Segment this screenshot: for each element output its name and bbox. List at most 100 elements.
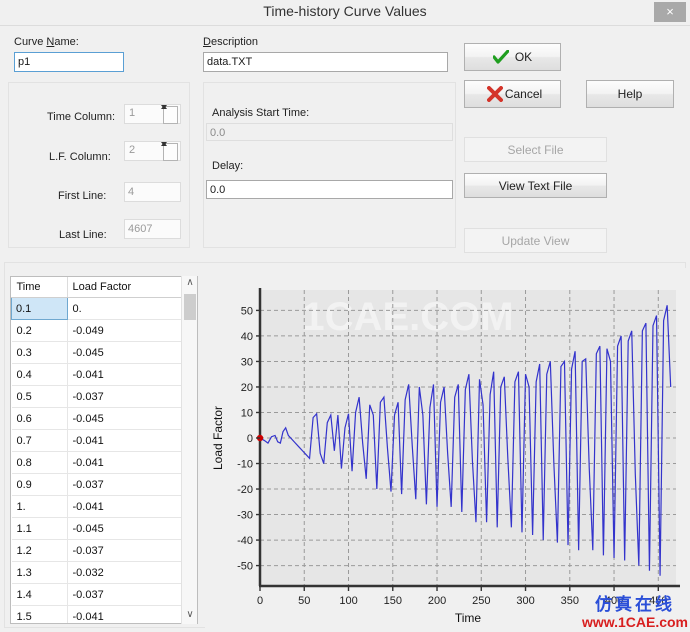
cell-load-factor[interactable]: -0.049	[67, 319, 196, 342]
y-tick-label: 20	[241, 382, 253, 394]
x-tick-label: 200	[428, 595, 446, 607]
column-header-load-factor[interactable]: Load Factor	[67, 277, 196, 298]
y-tick-label: 50	[241, 305, 253, 317]
time-column-spin-buttons[interactable]	[161, 105, 178, 124]
ok-button[interactable]: OK	[464, 43, 561, 71]
cell-time[interactable]: 0.6	[11, 407, 68, 430]
scrollbar-thumb[interactable]	[184, 294, 196, 320]
first-line-label: First Line:	[58, 190, 107, 202]
cell-load-factor[interactable]: -0.037	[67, 539, 196, 562]
x-tick-label: 350	[561, 595, 579, 607]
y-tick-label: -10	[237, 459, 253, 471]
cell-load-factor[interactable]: -0.041	[67, 495, 196, 518]
table-row[interactable]: 1.5 -0.041	[11, 605, 196, 623]
description-input[interactable]: data.TXT	[203, 52, 448, 72]
table-row[interactable]: 0.9 -0.037	[11, 473, 196, 496]
lf-column-spinner[interactable]: 2	[124, 141, 181, 161]
cell-time[interactable]: 1.3	[11, 561, 68, 584]
curve-values-table[interactable]: Time Load Factor 0.1 0. 0.2 -0.049 0.3 -0.045…	[10, 276, 198, 624]
cell-load-factor[interactable]: 0.	[67, 297, 196, 320]
table-row[interactable]: 0.4 -0.041	[11, 363, 196, 386]
cell-time[interactable]: 0.5	[11, 385, 68, 408]
time-history-curve-values-dialog: Time-history Curve Values × Curve Name: …	[0, 0, 690, 632]
update-view-button-label: Update View	[501, 233, 570, 248]
chart-svg: 1CAE.COM -50 -40 -30 -20 -10 0 10 20 30 40 50 0 50 100…	[211, 288, 680, 625]
cell-load-factor[interactable]: -0.045	[67, 517, 196, 540]
load-factor-chart: 1CAE.COM -50 -40 -30 -20 -10 0 10 20 30 40 50 0 50 100…	[205, 268, 686, 628]
cell-time[interactable]: 1.1	[11, 517, 68, 540]
x-tick-label: 100	[339, 595, 357, 607]
delay-label: Delay:	[212, 160, 244, 172]
time-column-label: Time Column:	[47, 111, 116, 123]
x-tick-label: 0	[257, 595, 263, 607]
cell-load-factor[interactable]: -0.037	[67, 473, 196, 496]
cancel-button[interactable]: Cancel	[464, 80, 561, 108]
table-row[interactable]: 1.2 -0.037	[11, 539, 196, 562]
table-row[interactable]: 1.3 -0.032	[11, 561, 196, 584]
last-line-input[interactable]: 4607	[124, 219, 181, 239]
cell-time[interactable]: 1.4	[11, 583, 68, 606]
x-tick-label: 450	[649, 595, 667, 607]
table-header-row: Time Load Factor	[11, 277, 196, 298]
cell-time[interactable]: 0.8	[11, 451, 68, 474]
cell-time[interactable]: 0.2	[11, 319, 68, 342]
table-row[interactable]: 0.8 -0.041	[11, 451, 196, 474]
table-row[interactable]: 1.1 -0.045	[11, 517, 196, 540]
title-bar: Time-history Curve Values ×	[0, 0, 690, 26]
close-icon[interactable]: ×	[654, 2, 686, 22]
cell-time[interactable]: 0.1	[11, 297, 68, 320]
cell-time[interactable]: 1.5	[11, 605, 68, 623]
cell-time[interactable]: 1.2	[11, 539, 68, 562]
table-row[interactable]: 0.5 -0.037	[11, 385, 196, 408]
help-button-label: Help	[617, 87, 643, 101]
select-file-button[interactable]: Select File	[464, 137, 607, 162]
window-title: Time-history Curve Values	[263, 3, 427, 19]
table-row[interactable]: 0.2 -0.049	[11, 319, 196, 342]
table-row[interactable]: 1.4 -0.037	[11, 583, 196, 606]
y-tick-label: 40	[241, 331, 253, 343]
update-view-button[interactable]: Update View	[464, 228, 607, 253]
cell-load-factor[interactable]: -0.045	[67, 407, 196, 430]
select-file-button-label: Select File	[507, 142, 564, 157]
table-row[interactable]: 0.3 -0.045	[11, 341, 196, 364]
x-tick-label: 250	[472, 595, 490, 607]
analysis-start-time-input[interactable]: 0.0	[206, 123, 453, 141]
time-column-spinner[interactable]: 1	[124, 104, 181, 124]
y-axis-label: Load Factor	[211, 406, 225, 470]
last-line-label: Last Line:	[59, 229, 107, 241]
x-tick-label: 400	[605, 595, 623, 607]
cell-load-factor[interactable]: -0.032	[67, 561, 196, 584]
cell-load-factor[interactable]: -0.041	[67, 363, 196, 386]
table-scrollbar[interactable]: ∧ ∨	[181, 276, 197, 624]
cell-time[interactable]: 0.3	[11, 341, 68, 364]
view-text-file-button[interactable]: View Text File	[464, 173, 607, 198]
scroll-down-icon[interactable]: ∨	[182, 608, 198, 624]
cell-load-factor[interactable]: -0.037	[67, 385, 196, 408]
cell-load-factor[interactable]: -0.041	[67, 429, 196, 452]
table-row[interactable]: 1. -0.041	[11, 495, 196, 518]
cell-load-factor[interactable]: -0.041	[67, 605, 196, 623]
cell-time[interactable]: 0.4	[11, 363, 68, 386]
table-row[interactable]: 0.6 -0.045	[11, 407, 196, 430]
lf-column-spin-buttons[interactable]	[161, 142, 178, 161]
table-body: 0.1 0. 0.2 -0.049 0.3 -0.045 0.4 -0.041 0.5 -0.03…	[11, 297, 196, 623]
y-tick-label: -30	[237, 510, 253, 522]
column-header-time[interactable]: Time	[11, 277, 68, 298]
x-tick-label: 150	[384, 595, 402, 607]
cell-time[interactable]: 0.7	[11, 429, 68, 452]
delay-input[interactable]: 0.0	[206, 180, 453, 199]
curve-name-input[interactable]: p1	[14, 52, 124, 72]
scroll-up-icon[interactable]: ∧	[182, 276, 198, 292]
cell-load-factor[interactable]: -0.045	[67, 341, 196, 364]
analysis-start-time-label: Analysis Start Time:	[212, 107, 310, 119]
table-row[interactable]: 0.7 -0.041	[11, 429, 196, 452]
first-line-input[interactable]: 4	[124, 182, 181, 202]
table-row[interactable]: 0.1 0.	[11, 297, 196, 320]
cell-time[interactable]: 1.	[11, 495, 68, 518]
cell-time[interactable]: 0.9	[11, 473, 68, 496]
cell-load-factor[interactable]: -0.037	[67, 583, 196, 606]
y-tick-label: 0	[247, 433, 253, 445]
y-tick-label: 10	[241, 407, 253, 419]
cell-load-factor[interactable]: -0.041	[67, 451, 196, 474]
help-button[interactable]: Help	[586, 80, 674, 108]
